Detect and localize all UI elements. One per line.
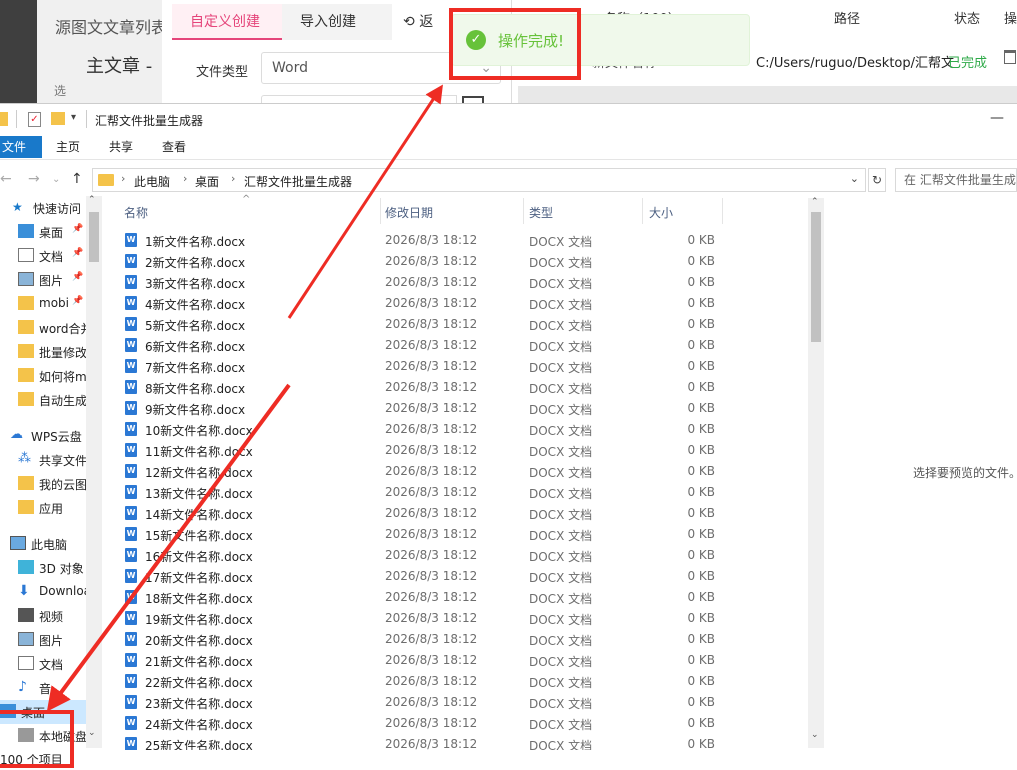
annotation-arrows [46, 84, 443, 712]
annotation-arrow-up [287, 84, 443, 319]
annotation-arrow-down [46, 383, 291, 712]
